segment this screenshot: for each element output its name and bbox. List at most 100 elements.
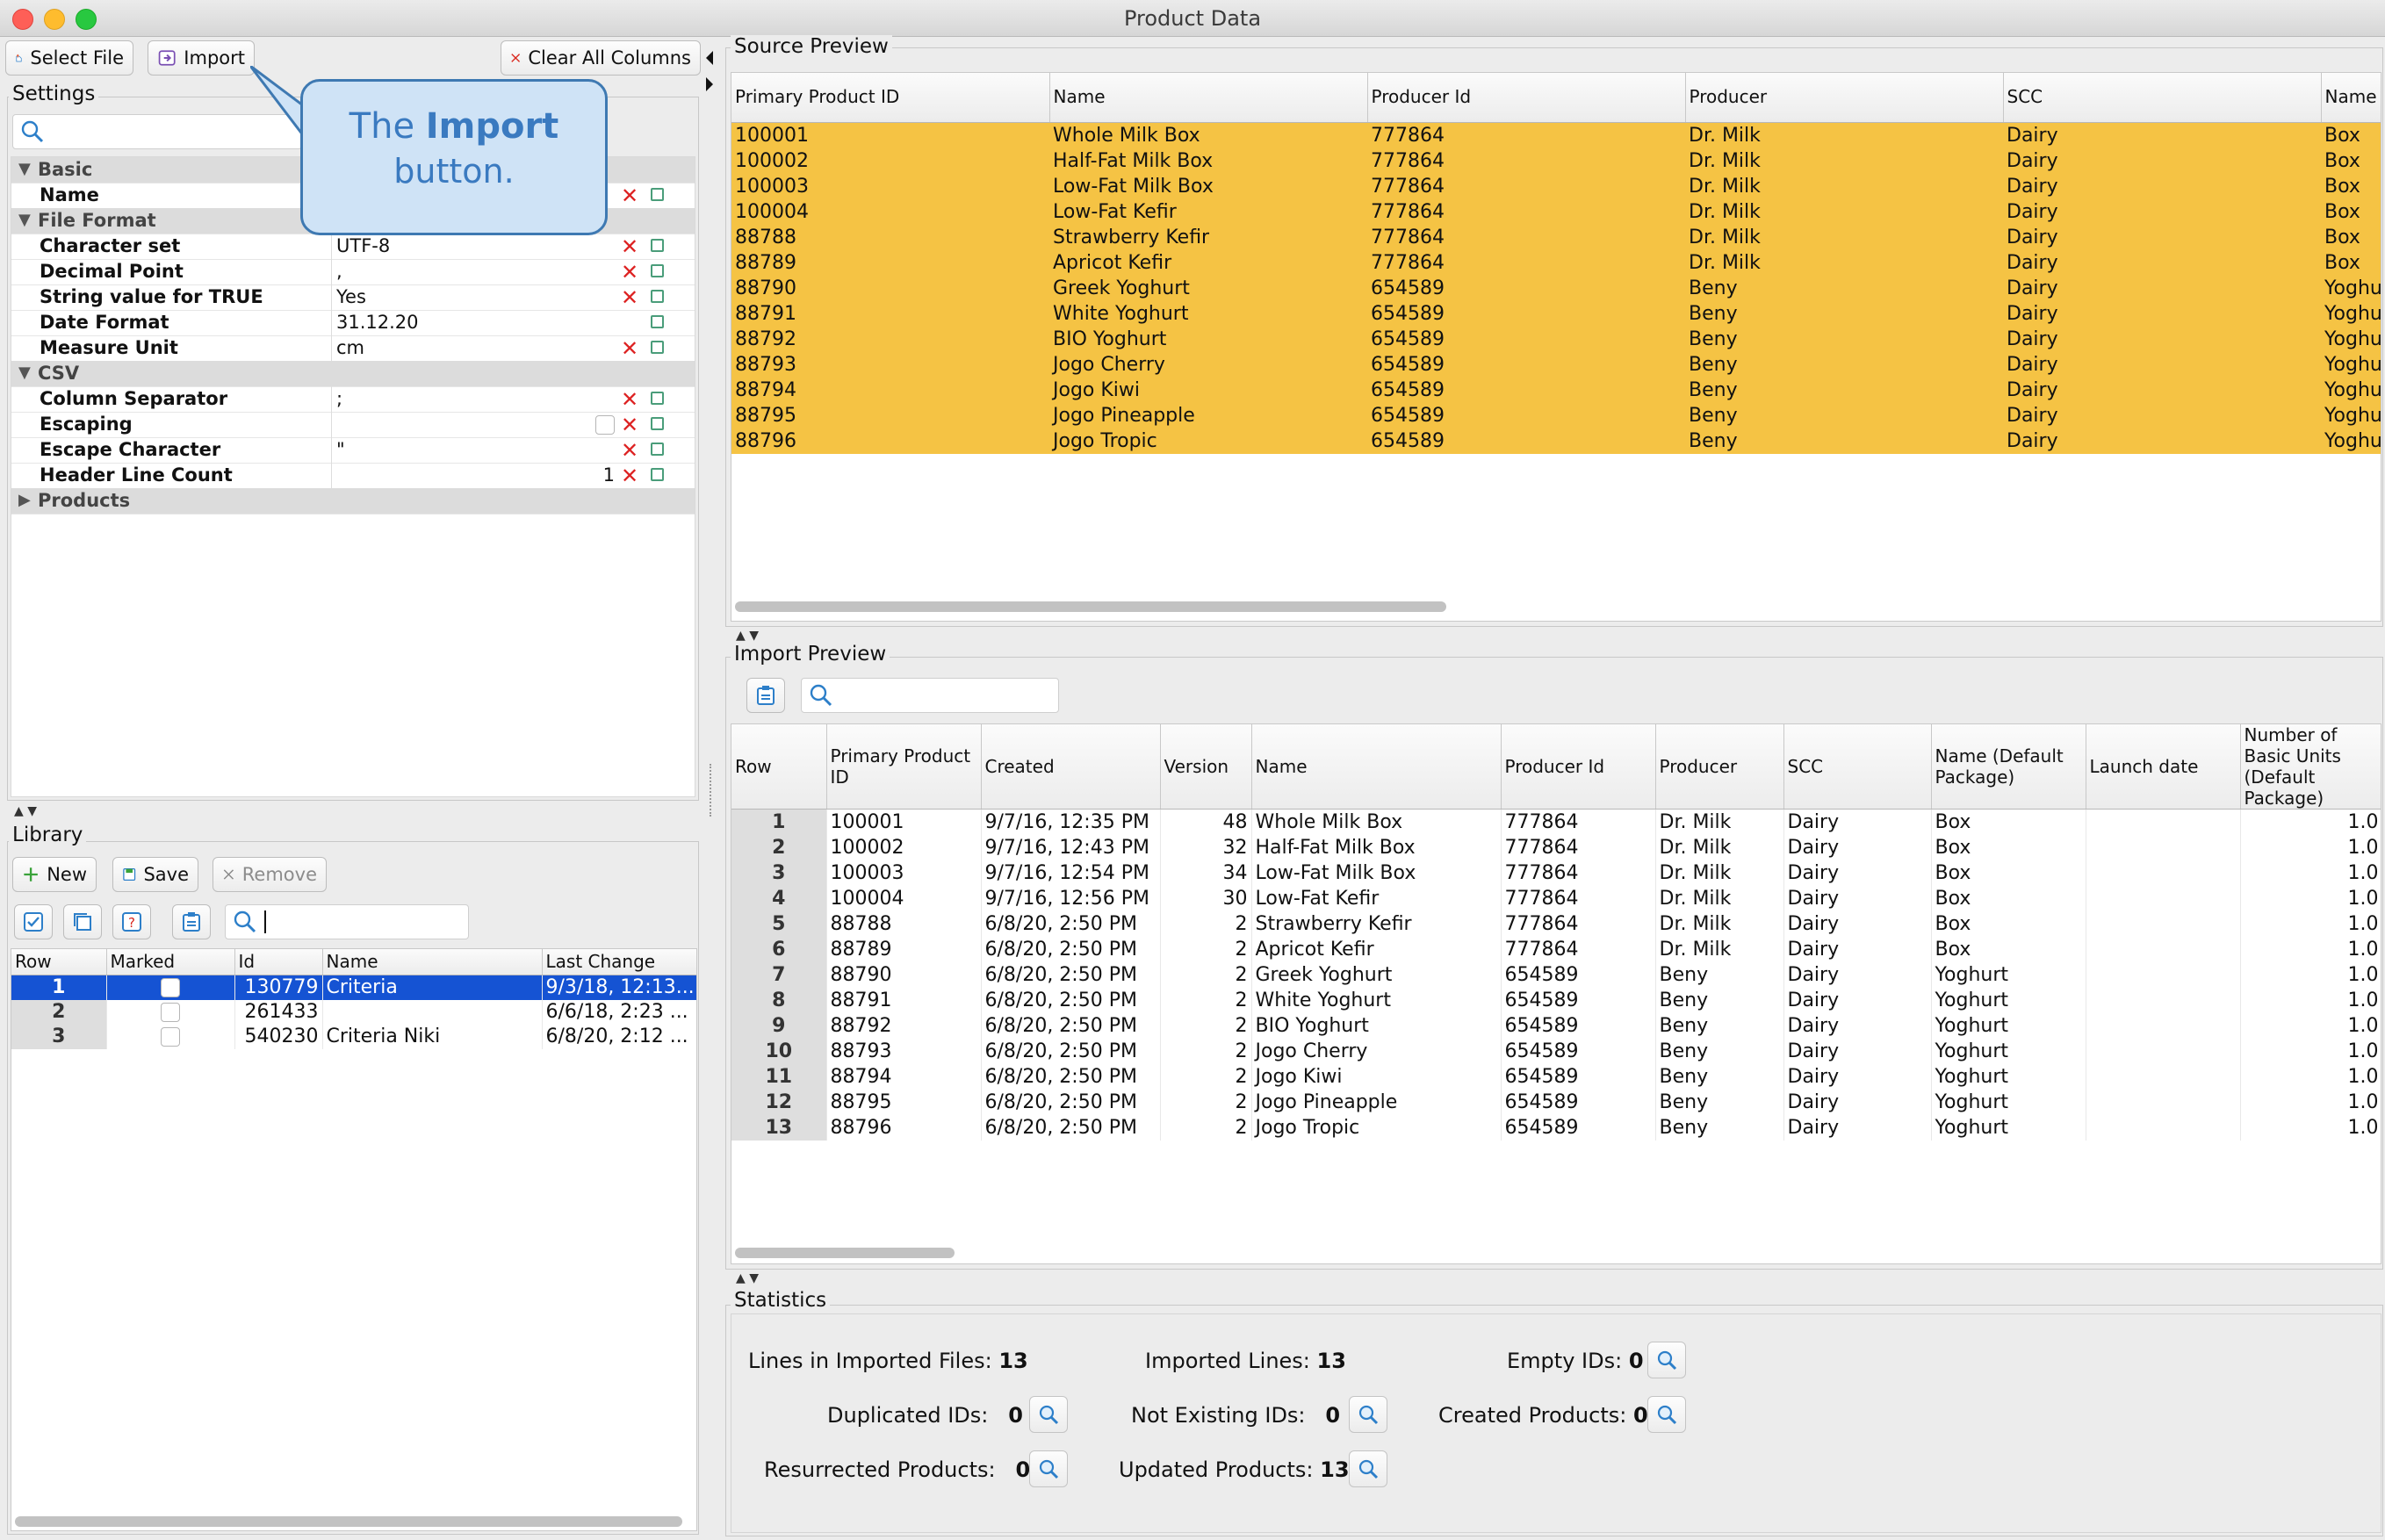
clear-value-icon[interactable]: ✕: [621, 234, 638, 259]
table-row[interactable]: 88788 Strawberry Kefir 777864 Dr. Milk Dairy…: [731, 224, 2381, 250]
clear-value-icon[interactable]: ✕: [621, 285, 638, 310]
copy-value-icon[interactable]: [651, 264, 664, 277]
created-products-details-button[interactable]: [1647, 1396, 1686, 1433]
collapse-left-arrow-icon[interactable]: [704, 49, 715, 67]
source-horizontal-scrollbar[interactable]: [735, 601, 1446, 612]
copy-value-icon[interactable]: [651, 315, 664, 328]
table-row[interactable]: 88794 Jogo Kiwi 654589 Beny Dairy Yoghu: [731, 377, 2381, 403]
copy-button[interactable]: [63, 904, 102, 939]
import-export-button[interactable]: [746, 678, 785, 713]
import-button[interactable]: Import: [148, 40, 255, 76]
column-header[interactable]: Row: [731, 724, 827, 810]
table-row[interactable]: 1 130779 Criteria 9/3/18, 12:13...: [11, 975, 696, 1000]
clear-value-icon[interactable]: ✕: [621, 260, 638, 284]
new-button[interactable]: New: [12, 857, 97, 892]
property-group[interactable]: ▶ Products: [11, 488, 695, 515]
marked-checkbox[interactable]: [106, 1025, 235, 1049]
column-header[interactable]: Launch date: [2086, 724, 2241, 810]
column-header[interactable]: Id: [234, 949, 323, 975]
column-header[interactable]: Primary Product ID: [826, 724, 982, 810]
property-value[interactable]: 1: [336, 464, 622, 486]
column-header[interactable]: Name: [2321, 73, 2381, 123]
duplicated-ids-details-button[interactable]: [1029, 1396, 1068, 1433]
right-top-splitter-arrows[interactable]: ▲ ▼: [736, 629, 759, 643]
clear-value-icon[interactable]: ✕: [621, 464, 638, 488]
column-header[interactable]: Version: [1160, 724, 1252, 810]
table-row[interactable]: 13 88796 6/8/20, 2:50 PM 2 Jogo Tropic 654589…: [731, 1115, 2381, 1141]
left-splitter-arrows[interactable]: ▲ ▼: [14, 804, 37, 818]
property-value[interactable]: ,: [336, 261, 622, 282]
table-row[interactable]: 4 100004 9/7/16, 12:56 PM 30 Low-Fat Kefir 77…: [731, 886, 2381, 911]
table-row[interactable]: 88789 Apricot Kefir 777864 Dr. Milk Dairy Box: [731, 249, 2381, 276]
table-row[interactable]: 100002 Half-Fat Milk Box 777864 Dr. Milk Dai…: [731, 148, 2381, 174]
table-row[interactable]: 10 88793 6/8/20, 2:50 PM 2 Jogo Cherry 654589…: [731, 1039, 2381, 1064]
remove-button[interactable]: Remove: [213, 857, 327, 892]
table-row[interactable]: 9 88792 6/8/20, 2:50 PM 2 BIO Yoghurt 654589 B…: [731, 1013, 2381, 1039]
column-header[interactable]: Primary Product ID: [731, 73, 1050, 123]
column-header[interactable]: Producer Id: [1367, 73, 1686, 123]
property-row[interactable]: Escape Character " ✕: [11, 437, 695, 464]
table-row[interactable]: 5 88788 6/8/20, 2:50 PM 2 Strawberry Kefir 77…: [731, 911, 2381, 937]
column-header[interactable]: SCC: [2003, 73, 2322, 123]
column-header[interactable]: Created: [981, 724, 1161, 810]
copy-value-icon[interactable]: [651, 188, 664, 201]
column-header[interactable]: Marked: [106, 949, 235, 975]
column-header[interactable]: Name: [1251, 724, 1502, 810]
collapse-triangle-icon[interactable]: ▼: [18, 211, 31, 229]
table-row[interactable]: 2 261433 6/6/18, 2:23 ...: [11, 1000, 696, 1025]
column-header[interactable]: Name (Default Package): [1931, 724, 2086, 810]
import-horizontal-scrollbar[interactable]: [735, 1248, 955, 1258]
column-header[interactable]: Last Change: [542, 949, 696, 975]
vertical-splitter[interactable]: [710, 764, 713, 817]
property-row[interactable]: Escaping ✕: [11, 412, 695, 438]
table-row[interactable]: 2 100002 9/7/16, 12:43 PM 32 Half-Fat Milk B…: [731, 835, 2381, 860]
property-value[interactable]: cm: [336, 337, 622, 358]
property-row[interactable]: Character set UTF-8 ✕: [11, 234, 695, 260]
table-row[interactable]: 3 540230 Criteria Niki 6/8/20, 2:12 ...: [11, 1025, 696, 1049]
table-row[interactable]: 11 88794 6/8/20, 2:50 PM 2 Jogo Kiwi 654589 Be…: [731, 1064, 2381, 1090]
column-header[interactable]: Producer Id: [1501, 724, 1656, 810]
resurrected-products-details-button[interactable]: [1029, 1450, 1068, 1487]
table-row[interactable]: 8 88791 6/8/20, 2:50 PM 2 White Yoghurt 65458…: [731, 988, 2381, 1013]
table-row[interactable]: 1 100001 9/7/16, 12:35 PM 48 Whole Milk Box 7…: [731, 809, 2381, 835]
table-row[interactable]: 100004 Low-Fat Kefir 777864 Dr. Milk Dairy Bo…: [731, 198, 2381, 225]
import-search-input[interactable]: [801, 678, 1059, 713]
property-value[interactable]: ;: [336, 388, 622, 409]
marked-checkbox[interactable]: [106, 975, 235, 1000]
collapse-triangle-icon[interactable]: ▼: [18, 160, 31, 178]
column-header[interactable]: Producer: [1655, 724, 1784, 810]
property-row[interactable]: Date Format 31.12.20: [11, 310, 695, 336]
updated-products-details-button[interactable]: [1349, 1450, 1387, 1487]
right-bottom-splitter-arrows[interactable]: ▲ ▼: [736, 1271, 759, 1285]
clear-value-icon[interactable]: ✕: [621, 413, 638, 437]
property-row[interactable]: String value for TRUE Yes ✕: [11, 284, 695, 311]
library-horizontal-scrollbar[interactable]: [15, 1516, 682, 1527]
copy-value-icon[interactable]: [651, 341, 664, 354]
copy-value-icon[interactable]: [651, 417, 664, 430]
expand-right-arrow-icon[interactable]: [704, 76, 715, 93]
property-row[interactable]: Measure Unit cm ✕: [11, 335, 695, 362]
property-value[interactable]: ": [336, 439, 622, 460]
copy-value-icon[interactable]: [651, 443, 664, 456]
property-value[interactable]: UTF-8: [336, 235, 622, 256]
clear-all-columns-button[interactable]: Clear All Columns: [501, 40, 701, 76]
clear-value-icon[interactable]: ✕: [621, 184, 638, 208]
copy-value-icon[interactable]: [651, 290, 664, 303]
collapse-triangle-icon[interactable]: ▼: [18, 363, 31, 382]
select-file-button[interactable]: Select File: [5, 40, 133, 76]
library-search-input[interactable]: [225, 904, 469, 939]
property-group[interactable]: ▼ CSV: [11, 361, 695, 387]
table-row[interactable]: 88791 White Yoghurt 654589 Beny Dairy Yoghu: [731, 300, 2381, 327]
not-existing-ids-details-button[interactable]: [1349, 1396, 1387, 1433]
marked-checkbox[interactable]: [106, 1000, 235, 1025]
property-value[interactable]: 31.12.20: [336, 312, 622, 333]
table-row[interactable]: 100001 Whole Milk Box 777864 Dr. Milk Dairy B…: [731, 122, 2381, 148]
column-header[interactable]: SCC: [1783, 724, 1932, 810]
save-button[interactable]: Save: [112, 857, 198, 892]
table-row[interactable]: 7 88790 6/8/20, 2:50 PM 2 Greek Yoghurt 65458…: [731, 962, 2381, 988]
column-header[interactable]: Producer: [1685, 73, 2004, 123]
clear-value-icon[interactable]: ✕: [621, 438, 638, 463]
help-button[interactable]: ?: [112, 904, 151, 939]
table-row[interactable]: 3 100003 9/7/16, 12:54 PM 34 Low-Fat Milk Bo…: [731, 860, 2381, 886]
copy-value-icon[interactable]: [651, 239, 664, 252]
